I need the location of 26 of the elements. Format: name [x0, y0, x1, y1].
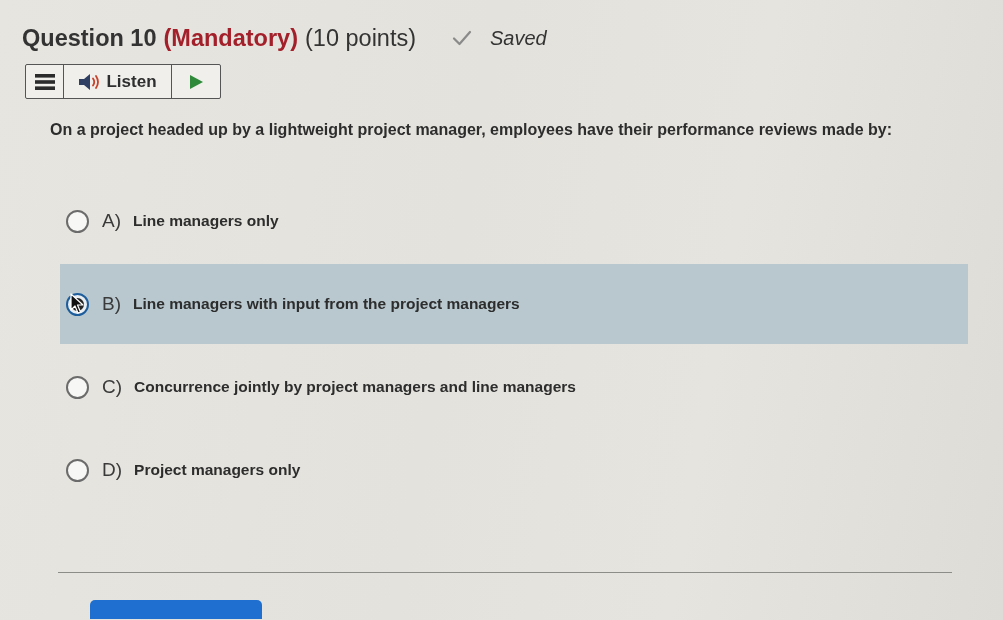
answer-row[interactable]: A) Line managers only [60, 181, 968, 261]
option-letter: B) [102, 293, 121, 315]
option-letter: C) [102, 376, 123, 398]
radio-button[interactable] [66, 458, 89, 482]
check-icon [452, 30, 473, 46]
question-title: Question 10 [22, 24, 157, 52]
option-text: Line managers only [133, 212, 279, 230]
radio-button[interactable] [66, 375, 89, 399]
option-letter: D) [102, 459, 123, 481]
mouse-pointer-icon [70, 293, 84, 315]
option-text: Project managers only [134, 461, 301, 479]
option-letter: A) [102, 210, 121, 232]
answer-row[interactable]: D) Project managers only [60, 430, 968, 510]
option-text: Line managers with input from the project managers [133, 295, 520, 313]
answer-row[interactable]: C) Concurrence jointly by project managers and line managers [60, 347, 968, 427]
question-text: On a project headed up by a lightweight project manager, employees have their performance reviews made by: [50, 120, 893, 140]
option-text: Concurrence jointly by project managers and line managers [134, 378, 576, 396]
speaker-icon [78, 72, 101, 91]
answer-row[interactable]: B) Line managers with input from the project managers [60, 264, 968, 344]
mandatory-label: (Mandatory) [163, 24, 298, 52]
menu-icon [34, 73, 55, 90]
listen-button[interactable]: Listen [64, 65, 172, 98]
radio-button[interactable] [66, 209, 89, 233]
points-label: (10 points) [305, 24, 417, 52]
saved-status: Saved [490, 26, 547, 50]
play-icon [189, 74, 203, 89]
